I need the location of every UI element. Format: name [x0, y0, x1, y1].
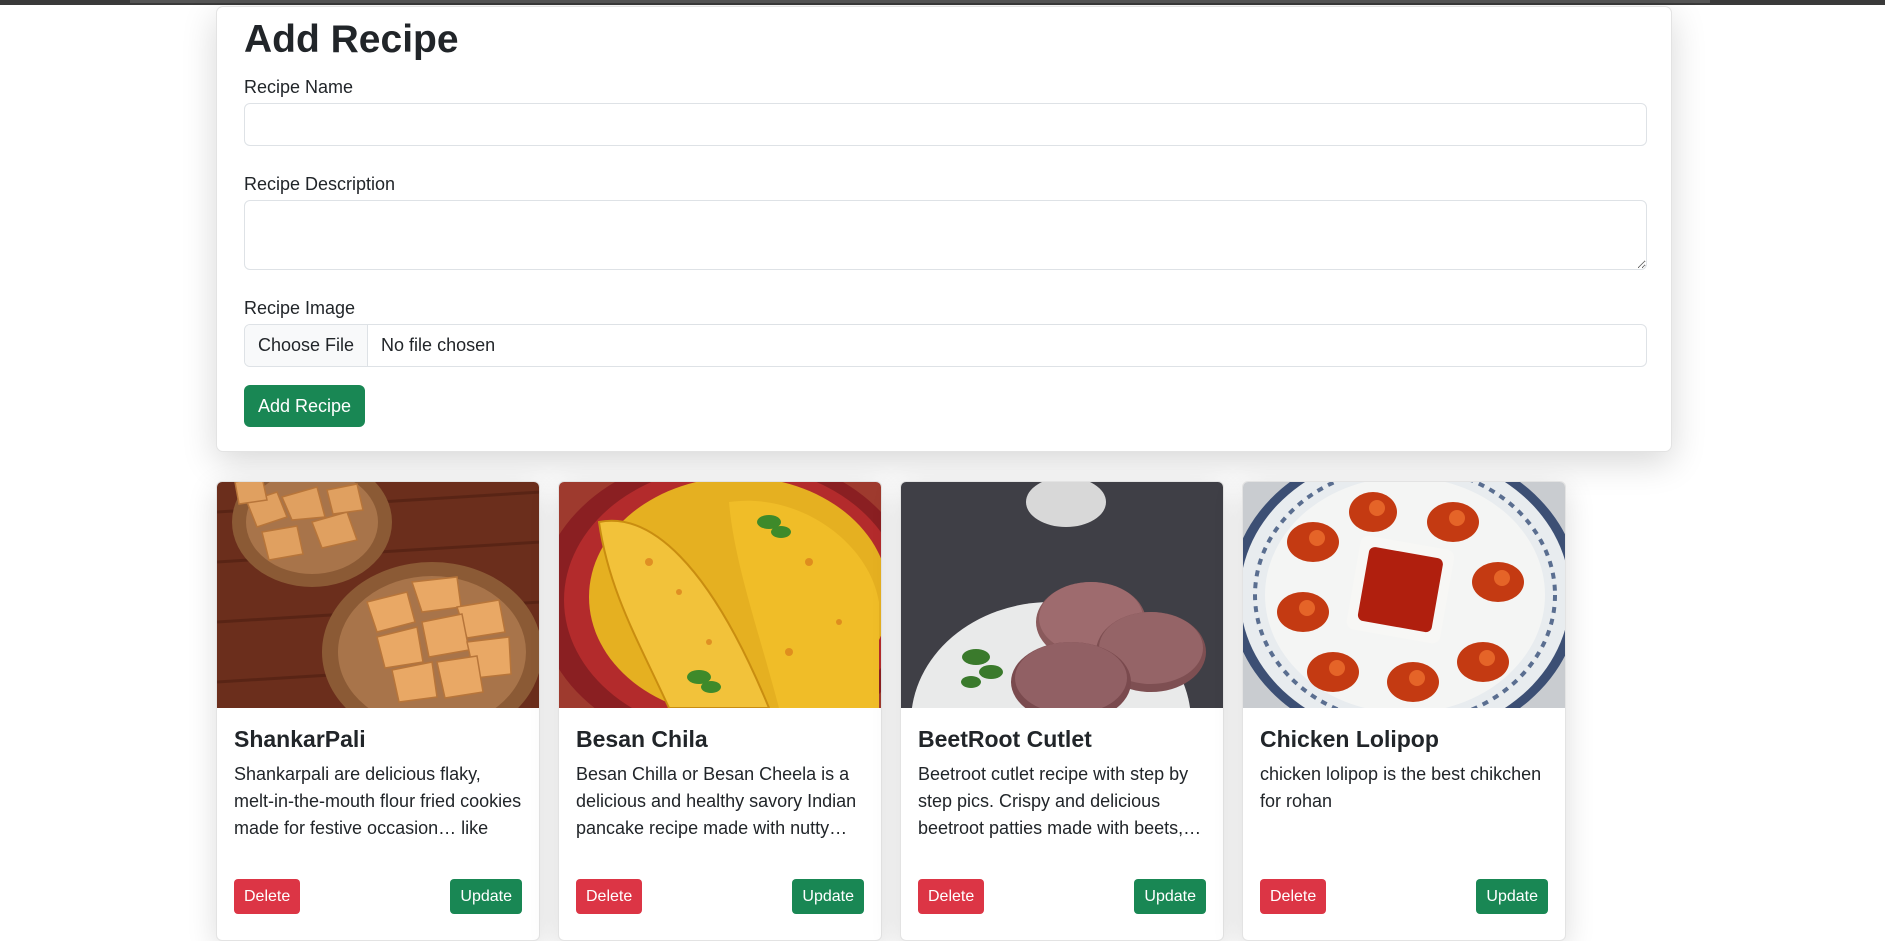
recipe-description: Beetroot cutlet recipe with step by step… — [918, 764, 1202, 838]
recipe-image-label: Recipe Image — [244, 298, 356, 318]
recipe-description-textarea[interactable] — [244, 200, 1647, 270]
update-button[interactable]: Update — [1134, 879, 1206, 914]
page-title: Add Recipe — [244, 18, 459, 61]
update-button[interactable]: Update — [1476, 879, 1548, 914]
recipe-card: ShankarPali Shankarpali are delicious fl… — [216, 481, 540, 941]
browser-top-edge — [0, 0, 1885, 5]
add-recipe-form: Add Recipe Recipe Name Recipe Descriptio… — [216, 6, 1672, 452]
add-recipe-button[interactable]: Add Recipe — [244, 385, 366, 427]
recipe-card: BeetRoot Cutlet Beetroot cutlet recipe w… — [900, 481, 1224, 941]
chicken-lolipop-photo — [1243, 482, 1565, 708]
besan-chila-photo — [559, 482, 881, 708]
file-status-text: No file chosen — [381, 335, 496, 355]
recipe-description: chicken lolipop is the best chikchen for… — [1260, 764, 1542, 811]
delete-button[interactable]: Delete — [234, 879, 301, 914]
recipe-card: Besan Chila Besan Chilla or Besan Cheela… — [558, 481, 882, 941]
recipe-name-input[interactable] — [244, 103, 1647, 146]
update-button[interactable]: Update — [450, 879, 522, 914]
delete-button[interactable]: Delete — [1260, 879, 1327, 914]
recipe-name-label: Recipe Name — [244, 77, 354, 97]
update-button[interactable]: Update — [792, 879, 864, 914]
delete-button[interactable]: Delete — [576, 879, 643, 914]
recipe-description-label: Recipe Description — [244, 174, 396, 194]
beetroot-cutlet-photo — [901, 482, 1223, 708]
browser-top-edge-inner — [130, 0, 1710, 3]
recipe-title: Besan Chila — [576, 726, 708, 752]
recipe-description: Besan Chilla or Besan Cheela is a delici… — [576, 764, 857, 838]
recipe-description: Shankarpali are delicious flaky, melt-in… — [234, 764, 522, 838]
choose-file-button[interactable]: Choose File — [245, 325, 369, 366]
recipe-card: Chicken Lolipop chicken lolipop is the b… — [1242, 481, 1566, 941]
delete-button[interactable]: Delete — [918, 879, 985, 914]
recipe-title: BeetRoot Cutlet — [918, 726, 1092, 752]
recipe-image-file-input[interactable]: Choose File No file chosen — [244, 324, 1647, 367]
recipe-title: Chicken Lolipop — [1260, 726, 1439, 752]
recipe-title: ShankarPali — [234, 726, 366, 752]
shankarpali-photo — [217, 482, 539, 708]
